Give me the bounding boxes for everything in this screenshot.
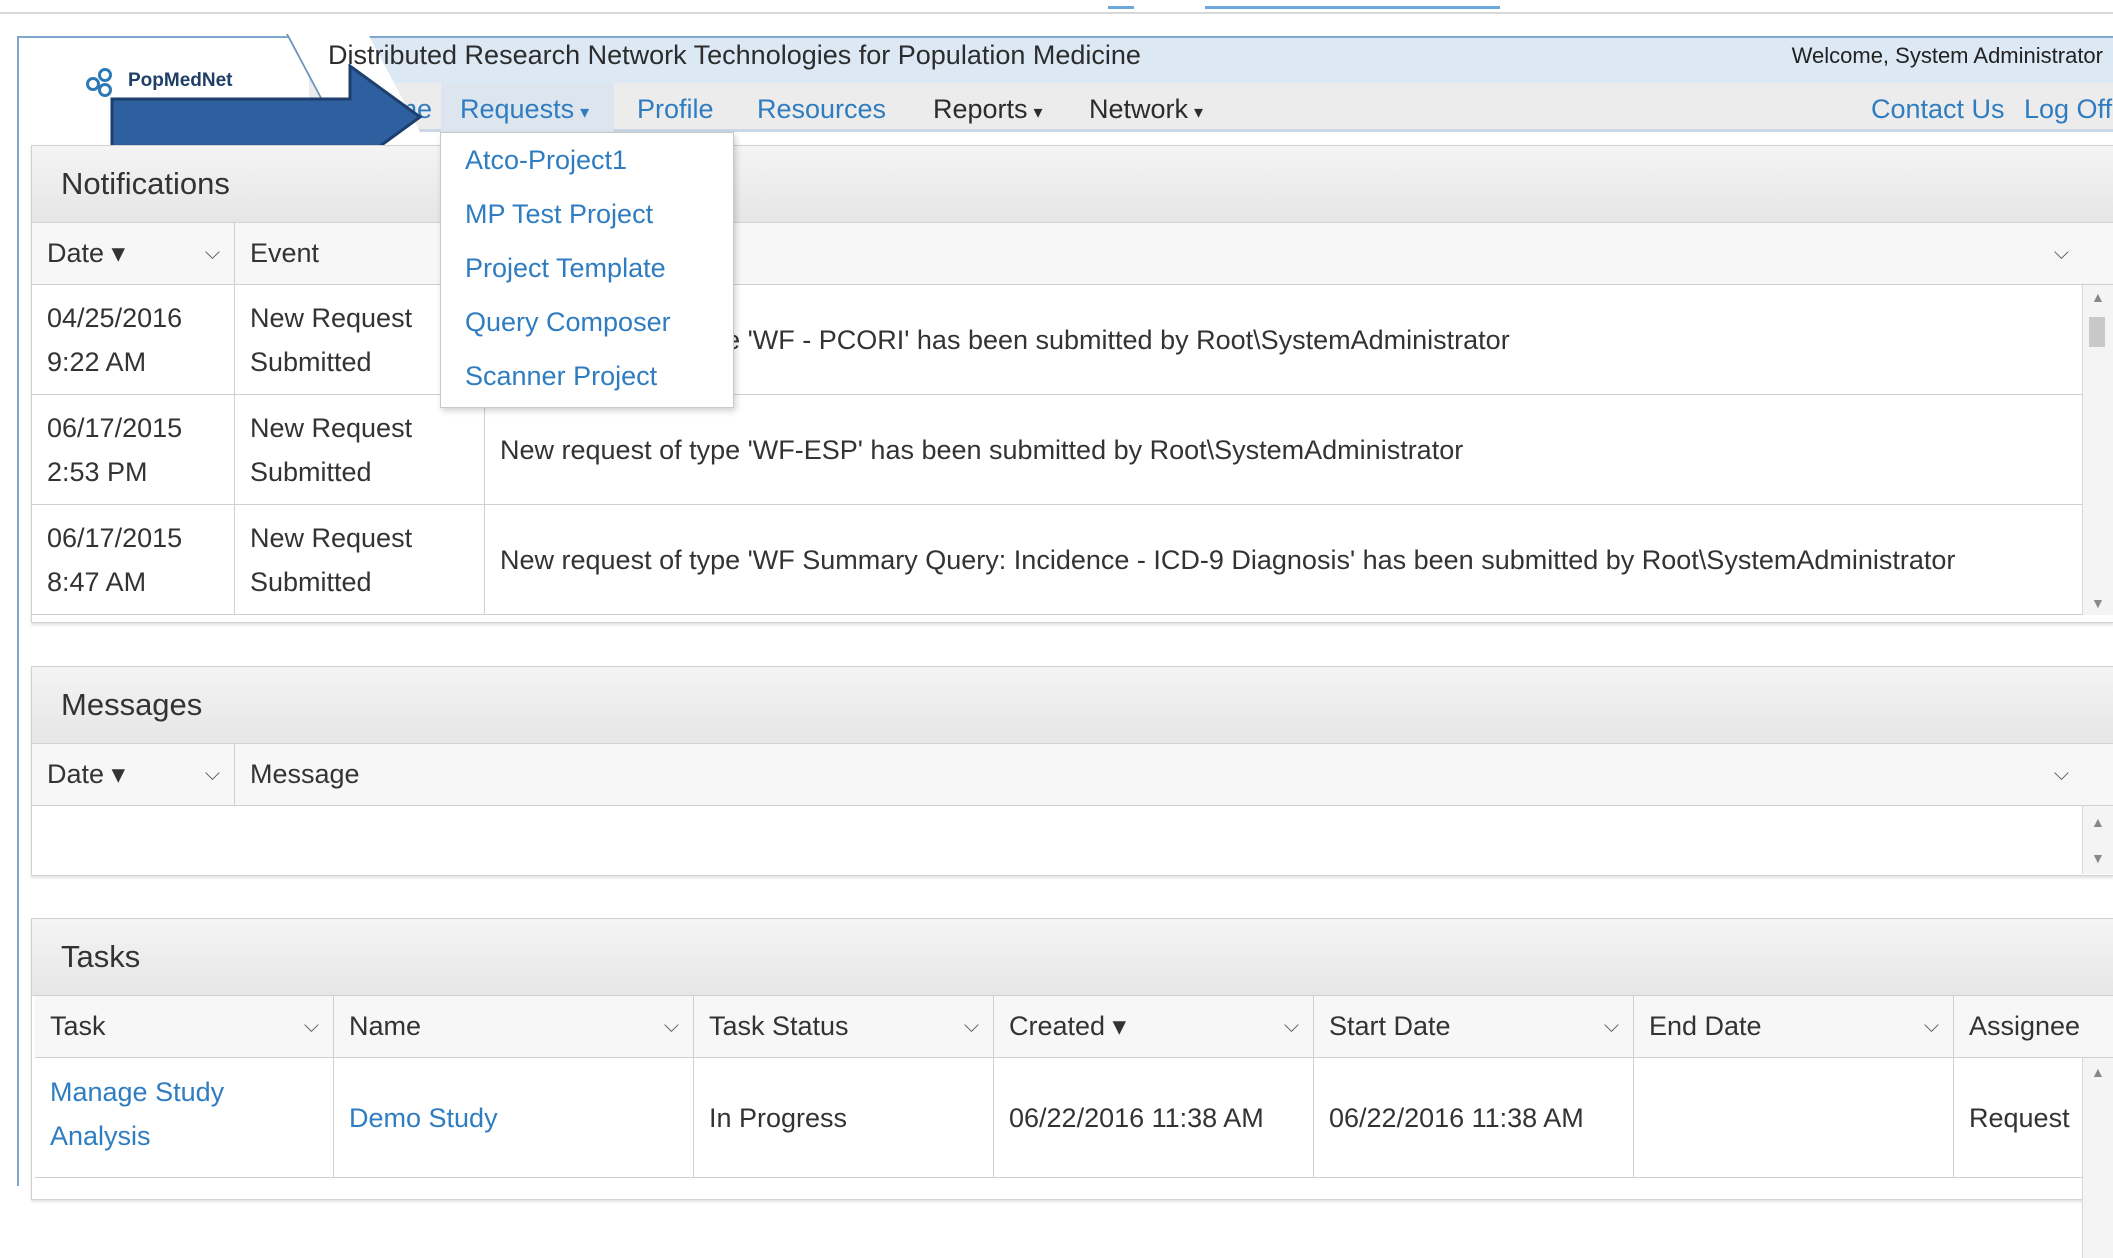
- caret-down-icon: ▾: [1194, 102, 1204, 122]
- row-time: 8:47 AM: [47, 567, 147, 597]
- menu-item-atco-project1[interactable]: Atco-Project1: [441, 133, 733, 187]
- nav-profile[interactable]: Profile: [637, 94, 714, 125]
- column-header-task[interactable]: Task ⌵: [35, 996, 334, 1058]
- top-divider: [0, 12, 2113, 14]
- column-header-assignee[interactable]: Assignee: [1954, 996, 2113, 1058]
- scroll-down-icon[interactable]: ▼: [2091, 850, 2105, 866]
- notifications-panel: Notifications Date ▾ ⌵ Event ⌵ 04/25/2016…: [31, 145, 2113, 623]
- row-date: 04/25/2016: [47, 303, 183, 333]
- scroll-up-icon[interactable]: ▲: [2091, 289, 2105, 305]
- tasks-grid: Task ⌵ Name ⌵ Task Status ⌵ Created ▾ ⌵ Star…: [32, 996, 2113, 1258]
- table-row[interactable]: Manage Study Analysis: [35, 1058, 334, 1178]
- nav-reports[interactable]: Reports ▾: [933, 94, 1043, 125]
- chevron-down-icon[interactable]: ⌵: [205, 223, 220, 283]
- row-date: 06/17/2015: [47, 523, 183, 553]
- requests-dropdown-menu: Atco-Project1 MP Test Project Project Te…: [440, 132, 734, 408]
- task-link[interactable]: Manage Study: [50, 1070, 333, 1114]
- notifications-scrollbar[interactable]: ▲ ▼: [2082, 285, 2113, 615]
- chevron-down-icon[interactable]: ⌵: [1604, 996, 1619, 1056]
- top-link-underline: [1205, 6, 1500, 9]
- table-row[interactable]: 06/17/2015 2:53 PM: [32, 395, 235, 505]
- nav-resources[interactable]: Resources: [757, 94, 886, 125]
- task-name-cell: Demo Study: [334, 1058, 694, 1178]
- chevron-down-icon[interactable]: ⌵: [1924, 996, 1939, 1056]
- table-row[interactable]: 04/25/2016 9:22 AM: [32, 285, 235, 395]
- scroll-up-icon[interactable]: ▲: [2091, 814, 2105, 830]
- task-status-cell: In Progress: [694, 1058, 994, 1178]
- site-title: Distributed Research Network Technologie…: [328, 40, 1141, 70]
- column-header-label: Name: [349, 1011, 422, 1041]
- notifications-title: Notifications: [32, 146, 2113, 223]
- caret-down-icon: ▾: [1033, 102, 1043, 122]
- column-header-label: Message: [250, 759, 360, 789]
- task-created-cell: 06/22/2016 11:38 AM: [994, 1058, 1314, 1178]
- column-header-label: Task: [50, 1011, 106, 1041]
- scroll-down-icon[interactable]: ▼: [2091, 595, 2105, 611]
- nav-contact-us[interactable]: Contact Us: [1871, 94, 2005, 125]
- column-header-label: Created ▾: [1009, 1011, 1127, 1041]
- menu-item-project-template[interactable]: Project Template: [441, 241, 733, 295]
- messages-title: Messages: [32, 667, 2113, 744]
- row-time: 2:53 PM: [47, 457, 148, 487]
- top-link-underline: [1108, 6, 1134, 9]
- chevron-down-icon[interactable]: ⌵: [964, 996, 979, 1056]
- row-event: New Request Submitted: [235, 505, 485, 615]
- column-header-label: End Date: [1649, 1011, 1762, 1041]
- chevron-down-icon[interactable]: ⌵: [205, 744, 220, 804]
- row-text: New request of type 'WF Summary Query: I…: [485, 505, 2113, 615]
- tasks-scrollbar[interactable]: ▲: [2082, 1058, 2113, 1258]
- chevron-down-icon[interactable]: ⌵: [2054, 744, 2069, 804]
- messages-panel: Messages Date ▾ ⌵ Message ⌵ ▲ ▼: [31, 666, 2113, 876]
- nav-network[interactable]: Network ▾: [1089, 94, 1203, 125]
- menu-item-query-composer[interactable]: Query Composer: [441, 295, 733, 349]
- tasks-title: Tasks: [32, 919, 2113, 996]
- row-event-line: New Request: [250, 523, 413, 553]
- chevron-down-icon[interactable]: ⌵: [304, 996, 319, 1056]
- column-header-label: Event: [250, 238, 320, 268]
- nav-requests-label: Requests: [460, 94, 575, 124]
- column-header-label: Date ▾: [47, 238, 126, 268]
- task-end-date-cell: [1634, 1058, 1954, 1178]
- welcome-message: Welcome, System Administrator: [1791, 43, 2103, 68]
- menu-item-scanner-project[interactable]: Scanner Project: [441, 349, 733, 403]
- column-header-created[interactable]: Created ▾ ⌵: [994, 996, 1314, 1058]
- column-header-date[interactable]: Date ▾ ⌵: [32, 744, 235, 806]
- column-header-label: Assignee: [1969, 1011, 2081, 1041]
- row-event: New Request Submitted: [235, 395, 485, 505]
- task-start-date-cell: 06/22/2016 11:38 AM: [1314, 1058, 1634, 1178]
- messages-scrollbar[interactable]: ▲ ▼: [2082, 806, 2113, 874]
- scroll-thumb[interactable]: [2089, 317, 2105, 347]
- chevron-down-icon[interactable]: ⌵: [2054, 223, 2069, 283]
- menu-item-mp-test-project[interactable]: MP Test Project: [441, 187, 733, 241]
- scroll-up-icon[interactable]: ▲: [2091, 1064, 2105, 1080]
- row-event-line: Submitted: [250, 567, 372, 597]
- table-row[interactable]: 06/17/2015 8:47 AM: [32, 505, 235, 615]
- column-header-label: Task Status: [709, 1011, 849, 1041]
- column-header-label: Start Date: [1329, 1011, 1451, 1041]
- caret-down-icon: ▾: [580, 102, 590, 122]
- nav-log-off[interactable]: Log Off: [2024, 94, 2112, 125]
- row-time: 9:22 AM: [47, 347, 147, 377]
- row-event-line: Submitted: [250, 457, 372, 487]
- notifications-grid: Date ▾ ⌵ Event ⌵ 04/25/2016 9:22 AM New Re…: [32, 223, 2113, 622]
- nav-requests[interactable]: Requests ▾: [460, 94, 589, 125]
- row-date: 06/17/2015: [47, 413, 183, 443]
- column-header-end-date[interactable]: End Date ⌵: [1634, 996, 1954, 1058]
- column-header-message[interactable]: Message ⌵: [235, 744, 2113, 806]
- tasks-panel: Tasks Task ⌵ Name ⌵ Task Status ⌵ Created ▾…: [31, 918, 2113, 1258]
- task-link[interactable]: Analysis: [50, 1114, 333, 1158]
- column-header-label: Date ▾: [47, 759, 126, 789]
- messages-grid: Date ▾ ⌵ Message ⌵ ▲ ▼: [32, 744, 2113, 875]
- task-name-link[interactable]: Demo Study: [349, 1096, 498, 1140]
- row-text: New request of type 'WF-ESP' has been su…: [485, 395, 2113, 505]
- chevron-down-icon[interactable]: ⌵: [664, 996, 679, 1056]
- chevron-down-icon[interactable]: ⌵: [1284, 996, 1299, 1056]
- nav-reports-label: Reports: [933, 94, 1028, 124]
- column-header-name[interactable]: Name ⌵: [334, 996, 694, 1058]
- column-header-task-status[interactable]: Task Status ⌵: [694, 996, 994, 1058]
- nav-network-label: Network: [1089, 94, 1189, 124]
- column-header-date[interactable]: Date ▾ ⌵: [32, 223, 235, 285]
- column-header-start-date[interactable]: Start Date ⌵: [1314, 996, 1634, 1058]
- row-event-line: New Request: [250, 413, 413, 443]
